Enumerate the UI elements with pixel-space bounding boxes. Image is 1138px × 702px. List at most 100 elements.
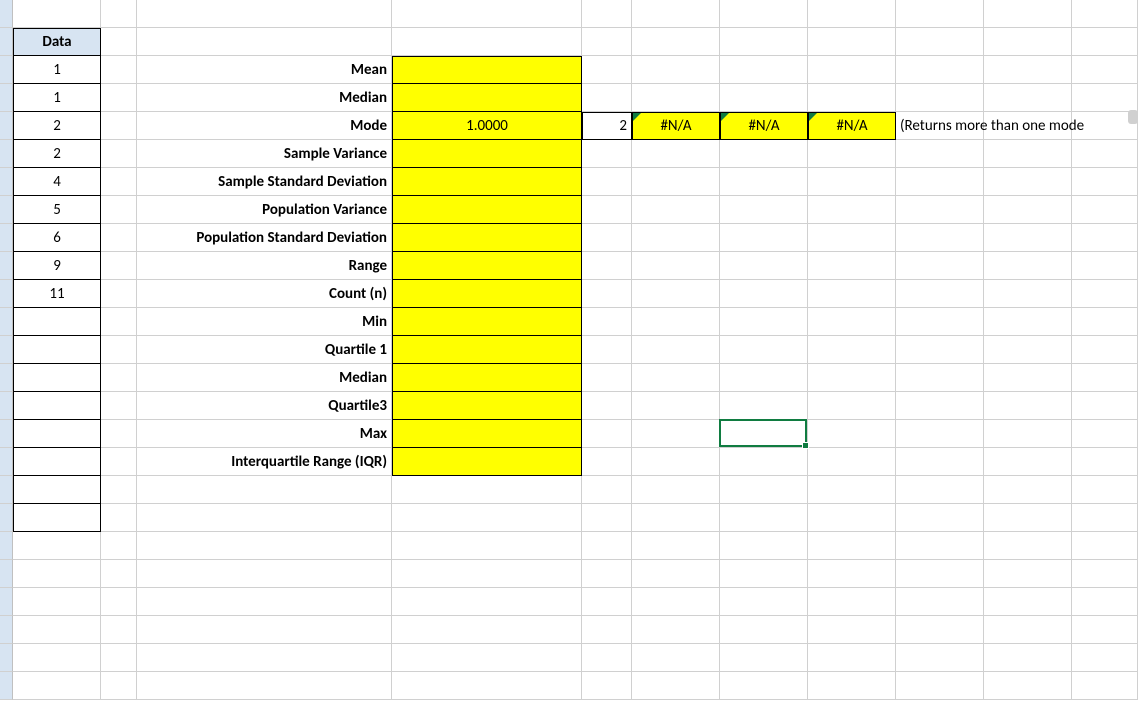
grid-cell[interactable] [984,252,1072,280]
data-cell-empty[interactable] [13,392,101,420]
grid-cell[interactable] [101,588,137,616]
row-header[interactable] [0,560,13,588]
grid-cell[interactable] [984,308,1072,336]
grid-cell[interactable] [808,224,896,252]
grid-cell[interactable] [720,616,808,644]
grid-cell[interactable] [720,392,808,420]
grid-cell[interactable] [1072,280,1138,308]
grid-cell[interactable] [896,588,984,616]
stat-value[interactable] [392,196,582,224]
stat-value[interactable] [392,448,582,476]
grid-cell[interactable] [720,560,808,588]
grid-cell[interactable] [101,28,137,56]
data-cell[interactable]: 2 [13,112,101,140]
grid-cell[interactable] [720,532,808,560]
grid-cell[interactable] [392,504,582,532]
grid-cell[interactable] [720,224,808,252]
grid-cell[interactable] [720,56,808,84]
grid-cell[interactable] [392,672,582,700]
grid-cell[interactable] [896,476,984,504]
row-header[interactable] [0,140,13,168]
grid-cell[interactable] [896,308,984,336]
grid-cell[interactable] [896,504,984,532]
grid-cell[interactable] [582,168,632,196]
grid-cell[interactable] [720,644,808,672]
grid-cell[interactable] [101,644,137,672]
grid-cell[interactable] [101,532,137,560]
grid-cell[interactable] [1072,308,1138,336]
grid-cell[interactable] [582,0,632,28]
grid-cell[interactable] [582,588,632,616]
grid-cell[interactable] [896,560,984,588]
grid-cell[interactable] [720,196,808,224]
grid-cell[interactable] [582,140,632,168]
row-header[interactable] [0,308,13,336]
grid-cell[interactable] [137,532,392,560]
grid-cell[interactable] [101,196,137,224]
row-header[interactable] [0,588,13,616]
grid-cell[interactable] [896,84,984,112]
grid-cell[interactable] [720,448,808,476]
stat-value[interactable] [392,392,582,420]
row-header[interactable] [0,476,13,504]
grid-cell[interactable] [984,28,1072,56]
grid-cell[interactable] [984,476,1072,504]
data-cell-empty[interactable] [13,504,101,532]
row-header[interactable] [0,420,13,448]
row-header[interactable] [0,0,13,28]
row-header[interactable] [0,448,13,476]
grid-cell[interactable] [392,644,582,672]
grid-cell[interactable] [582,616,632,644]
grid-cell[interactable] [720,168,808,196]
data-cell[interactable]: 5 [13,196,101,224]
grid-cell[interactable] [896,196,984,224]
grid-cell[interactable] [632,280,720,308]
row-header[interactable] [0,252,13,280]
grid-cell[interactable] [101,392,137,420]
grid-cell[interactable] [101,560,137,588]
grid-cell[interactable] [1072,504,1138,532]
grid-cell[interactable] [808,336,896,364]
grid-cell[interactable] [984,616,1072,644]
grid-cell[interactable] [1072,560,1138,588]
mode-extra-cell[interactable]: #N/A [808,112,896,140]
grid-cell[interactable] [808,448,896,476]
grid-cell[interactable] [632,504,720,532]
grid-cell[interactable] [392,560,582,588]
grid-cell[interactable] [632,532,720,560]
grid-cell[interactable] [13,644,101,672]
grid-cell[interactable] [1072,336,1138,364]
grid-cell[interactable] [896,0,984,28]
grid-cell[interactable] [1072,140,1138,168]
row-header[interactable] [0,532,13,560]
grid-cell[interactable] [582,336,632,364]
grid-cell[interactable] [720,476,808,504]
grid-cell[interactable] [101,84,137,112]
row-header[interactable] [0,336,13,364]
data-cell[interactable]: 6 [13,224,101,252]
grid-cell[interactable] [808,560,896,588]
grid-cell[interactable] [1072,392,1138,420]
grid-cell[interactable] [808,364,896,392]
grid-cell[interactable] [1072,672,1138,700]
grid-cell[interactable] [896,420,984,448]
row-header[interactable] [0,672,13,700]
grid-cell[interactable] [1072,420,1138,448]
data-cell[interactable]: 4 [13,168,101,196]
row-header[interactable] [0,280,13,308]
grid-cell[interactable] [896,252,984,280]
grid-cell[interactable] [582,504,632,532]
grid-cell[interactable] [632,448,720,476]
data-header[interactable]: Data [13,28,101,56]
grid-cell[interactable] [720,308,808,336]
grid-cell[interactable] [582,532,632,560]
grid-cell[interactable] [984,168,1072,196]
grid-cell[interactable] [808,616,896,644]
grid-cell[interactable] [808,476,896,504]
grid-cell[interactable] [137,588,392,616]
grid-cell[interactable] [13,672,101,700]
grid-cell[interactable] [632,560,720,588]
grid-cell[interactable] [582,280,632,308]
grid-cell[interactable] [13,0,101,28]
grid-cell[interactable] [582,364,632,392]
